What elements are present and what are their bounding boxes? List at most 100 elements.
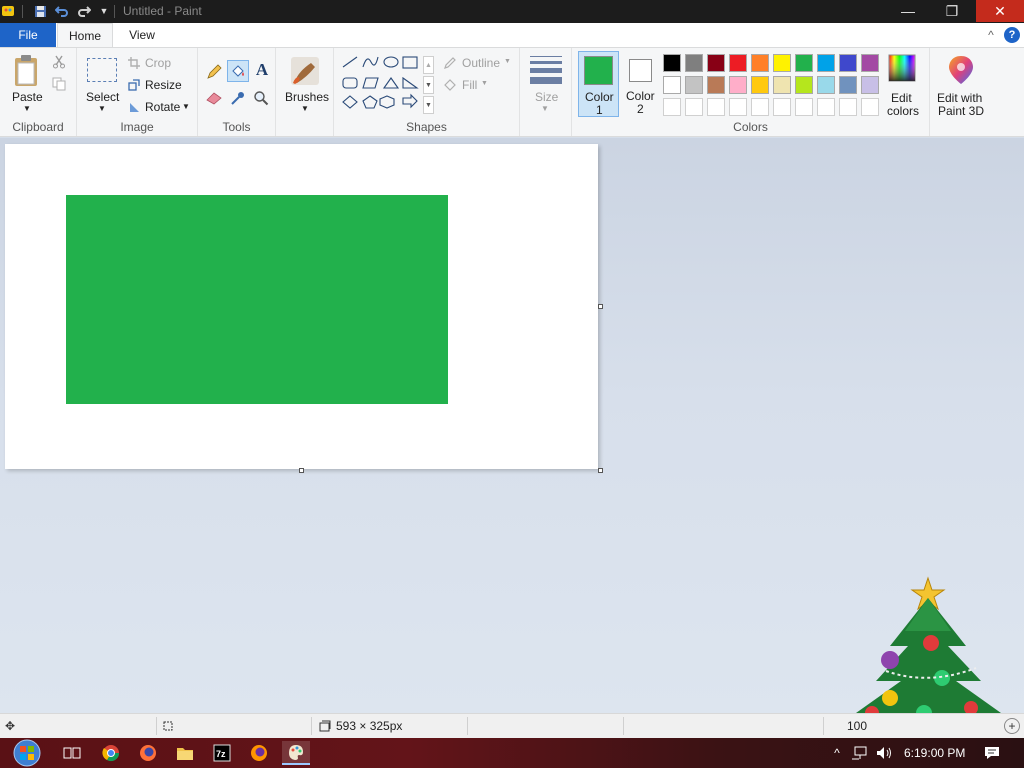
palette-swatch[interactable] — [729, 76, 747, 94]
zoom-in-icon[interactable]: + — [1004, 718, 1020, 734]
custom-color-slot[interactable] — [861, 98, 879, 116]
color2-selector[interactable]: Color 2 — [621, 51, 661, 117]
palette-swatch[interactable] — [685, 76, 703, 94]
copy-icon[interactable] — [51, 76, 67, 92]
brushes-button[interactable]: Brushes — [285, 90, 329, 104]
text-icon[interactable]: A — [252, 60, 272, 80]
shapes-scroll-up-icon[interactable]: ▲ — [423, 56, 434, 74]
select-button[interactable]: Select — [86, 90, 119, 104]
size-button[interactable]: Size — [535, 90, 558, 104]
chrome-icon[interactable] — [97, 741, 125, 765]
shapes-expand-icon[interactable]: ▼ — [423, 96, 434, 114]
tab-file[interactable]: File — [0, 23, 56, 47]
start-button-icon[interactable] — [10, 738, 44, 768]
color1-selector[interactable]: Color 1 — [578, 51, 619, 117]
palette-swatch[interactable] — [839, 54, 857, 72]
outline-dropdown-icon[interactable]: ▼ — [504, 58, 511, 65]
resize-icon[interactable] — [127, 78, 141, 92]
size-dropdown-icon[interactable]: ▼ — [541, 104, 549, 113]
customize-quick-access-icon[interactable]: ▼ — [96, 3, 112, 19]
crop-icon[interactable] — [127, 56, 141, 70]
paint3d-label-2[interactable]: Paint 3D — [938, 104, 984, 118]
palette-swatch[interactable] — [751, 54, 769, 72]
fill-button[interactable]: Fill — [462, 78, 477, 92]
select-icon[interactable] — [86, 56, 118, 84]
palette-swatch[interactable] — [729, 54, 747, 72]
firefox-2-icon[interactable] — [245, 741, 273, 765]
brushes-icon[interactable] — [288, 54, 322, 88]
edit-colors-icon[interactable] — [888, 54, 916, 82]
tab-view[interactable]: View — [122, 23, 162, 47]
palette-swatch[interactable] — [817, 54, 835, 72]
custom-color-slot[interactable] — [795, 98, 813, 116]
fill-icon[interactable] — [442, 77, 458, 93]
7zip-icon[interactable]: 7z — [208, 741, 236, 765]
color-picker-icon[interactable] — [228, 88, 248, 108]
palette-swatch[interactable] — [861, 54, 879, 72]
select-dropdown-icon[interactable]: ▼ — [98, 104, 106, 113]
palette-swatch[interactable] — [707, 76, 725, 94]
outline-icon[interactable] — [442, 55, 458, 71]
firefox-icon[interactable] — [134, 741, 162, 765]
custom-color-slot[interactable] — [817, 98, 835, 116]
action-center-icon[interactable] — [978, 741, 1006, 765]
drawing-canvas[interactable] — [5, 144, 598, 469]
collapse-ribbon-icon[interactable]: ^ — [984, 23, 998, 47]
palette-swatch[interactable] — [795, 54, 813, 72]
paint3d-label-1[interactable]: Edit with — [937, 91, 982, 105]
custom-color-slot[interactable] — [773, 98, 791, 116]
paste-button[interactable]: Paste — [12, 90, 43, 104]
palette-swatch[interactable] — [817, 76, 835, 94]
eraser-icon[interactable] — [204, 88, 224, 108]
paint3d-icon[interactable] — [946, 54, 976, 86]
fill-dropdown-icon[interactable]: ▼ — [481, 80, 488, 87]
custom-color-slot[interactable] — [751, 98, 769, 116]
custom-color-slot[interactable] — [729, 98, 747, 116]
cut-icon[interactable] — [51, 54, 67, 70]
palette-swatch[interactable] — [707, 54, 725, 72]
paste-icon[interactable] — [11, 54, 43, 88]
minimize-button[interactable]: — — [886, 0, 930, 22]
custom-color-slot[interactable] — [663, 98, 681, 116]
paste-dropdown-icon[interactable]: ▼ — [23, 104, 31, 113]
rotate-dropdown-icon[interactable]: ▼ — [182, 102, 190, 111]
paint-taskbar-icon[interactable] — [282, 741, 310, 765]
brushes-dropdown-icon[interactable]: ▼ — [301, 104, 309, 113]
custom-color-slot[interactable] — [839, 98, 857, 116]
resize-button[interactable]: Resize — [145, 78, 182, 92]
shapes-gallery[interactable] — [340, 54, 436, 116]
edit-colors-label-1[interactable]: Edit — [891, 91, 912, 105]
paint-app-icon[interactable] — [0, 3, 16, 19]
green-rectangle[interactable] — [66, 195, 448, 404]
fill-with-color-icon[interactable] — [227, 60, 249, 82]
palette-swatch[interactable] — [685, 54, 703, 72]
rotate-button[interactable]: Rotate — [145, 100, 180, 114]
custom-color-slot[interactable] — [685, 98, 703, 116]
palette-swatch[interactable] — [861, 76, 879, 94]
outline-button[interactable]: Outline — [462, 56, 500, 70]
volume-icon[interactable] — [870, 741, 898, 765]
edit-colors-label-2[interactable]: colors — [887, 104, 919, 118]
task-view-icon[interactable] — [58, 741, 86, 765]
resize-handle-right[interactable] — [598, 304, 603, 309]
palette-swatch[interactable] — [663, 76, 681, 94]
palette-swatch[interactable] — [795, 76, 813, 94]
resize-handle-corner[interactable] — [598, 468, 603, 473]
undo-icon[interactable] — [54, 3, 70, 19]
restore-button[interactable]: ❐ — [930, 0, 974, 22]
pencil-icon[interactable] — [204, 62, 224, 82]
rotate-icon[interactable] — [127, 100, 141, 114]
help-icon[interactable]: ? — [1004, 27, 1020, 43]
palette-swatch[interactable] — [663, 54, 681, 72]
palette-swatch[interactable] — [751, 76, 769, 94]
custom-color-slot[interactable] — [707, 98, 725, 116]
palette-swatch[interactable] — [773, 54, 791, 72]
file-explorer-icon[interactable] — [171, 741, 199, 765]
tab-home[interactable]: Home — [57, 23, 113, 48]
size-icon[interactable] — [529, 56, 563, 84]
crop-button[interactable]: Crop — [145, 56, 171, 70]
magnifier-icon[interactable] — [251, 88, 271, 108]
palette-swatch[interactable] — [773, 76, 791, 94]
save-icon[interactable] — [32, 3, 48, 19]
shapes-scroll-down-icon[interactable]: ▼ — [423, 76, 434, 94]
